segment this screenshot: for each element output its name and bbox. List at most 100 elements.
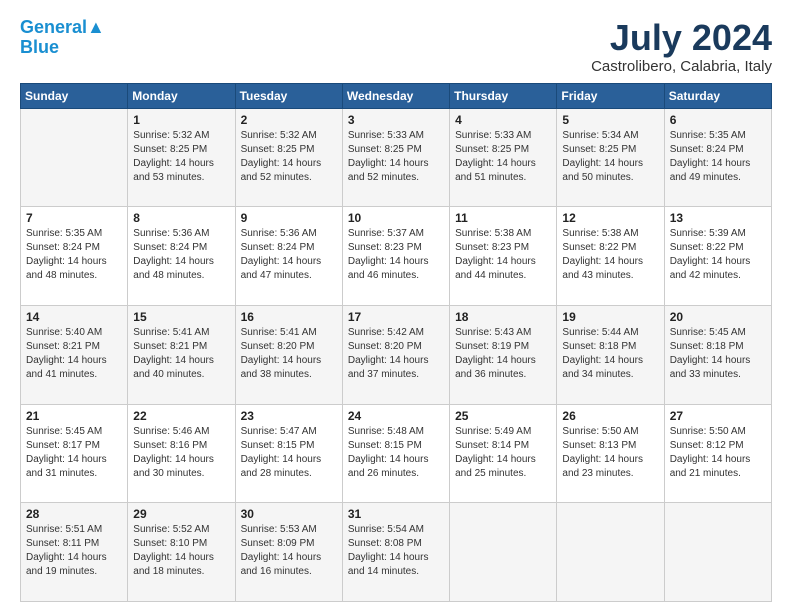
calendar-cell: 25 Sunrise: 5:49 AM Sunset: 8:14 PM Dayli… xyxy=(450,404,557,503)
day-number: 5 xyxy=(562,113,658,127)
day-info: Sunrise: 5:51 AM Sunset: 8:11 PM Dayligh… xyxy=(26,523,122,579)
day-number: 7 xyxy=(26,211,122,225)
calendar-cell: 12 Sunrise: 5:38 AM Sunset: 8:22 PM Dayli… xyxy=(557,207,664,306)
calendar-cell: 24 Sunrise: 5:48 AM Sunset: 8:15 PM Dayli… xyxy=(342,404,449,503)
calendar-cell: 6 Sunrise: 5:35 AM Sunset: 8:24 PM Daylig… xyxy=(664,108,771,207)
day-info: Sunrise: 5:33 AM Sunset: 8:25 PM Dayligh… xyxy=(348,129,444,185)
day-info: Sunrise: 5:47 AM Sunset: 8:15 PM Dayligh… xyxy=(241,425,337,481)
calendar-cell xyxy=(450,503,557,602)
day-info: Sunrise: 5:43 AM Sunset: 8:19 PM Dayligh… xyxy=(455,326,551,382)
day-number: 13 xyxy=(670,211,766,225)
day-info: Sunrise: 5:39 AM Sunset: 8:22 PM Dayligh… xyxy=(670,227,766,283)
calendar-cell: 17Sunrise: 5:42 AM Sunset: 8:20 PM Dayli… xyxy=(342,305,449,404)
calendar-cell: 31 Sunrise: 5:54 AM Sunset: 8:08 PM Dayli… xyxy=(342,503,449,602)
day-info: Sunrise: 5:44 AM Sunset: 8:18 PM Dayligh… xyxy=(562,326,658,382)
calendar-cell: 4 Sunrise: 5:33 AM Sunset: 8:25 PM Daylig… xyxy=(450,108,557,207)
header: General▲ Blue July 2024 Castrolibero, Ca… xyxy=(20,18,772,75)
calendar-cell: 2 Sunrise: 5:32 AM Sunset: 8:25 PM Daylig… xyxy=(235,108,342,207)
day-number: 21 xyxy=(26,409,122,423)
day-info: Sunrise: 5:32 AM Sunset: 8:25 PM Dayligh… xyxy=(241,129,337,185)
day-number: 8 xyxy=(133,211,229,225)
header-row: SundayMondayTuesdayWednesdayThursdayFrid… xyxy=(21,83,772,108)
day-info: Sunrise: 5:50 AM Sunset: 8:12 PM Dayligh… xyxy=(670,425,766,481)
day-info: Sunrise: 5:52 AM Sunset: 8:10 PM Dayligh… xyxy=(133,523,229,579)
day-number: 3 xyxy=(348,113,444,127)
day-number: 14 xyxy=(26,310,122,324)
day-info: Sunrise: 5:54 AM Sunset: 8:08 PM Dayligh… xyxy=(348,523,444,579)
header-day-friday: Friday xyxy=(557,83,664,108)
logo-icon-shape: ▲ xyxy=(87,17,105,37)
day-number: 19 xyxy=(562,310,658,324)
day-info: Sunrise: 5:35 AM Sunset: 8:24 PM Dayligh… xyxy=(670,129,766,185)
calendar-cell: 9Sunrise: 5:36 AM Sunset: 8:24 PM Daylig… xyxy=(235,207,342,306)
day-info: Sunrise: 5:48 AM Sunset: 8:15 PM Dayligh… xyxy=(348,425,444,481)
header-day-thursday: Thursday xyxy=(450,83,557,108)
calendar-cell: 29 Sunrise: 5:52 AM Sunset: 8:10 PM Dayli… xyxy=(128,503,235,602)
day-number: 28 xyxy=(26,507,122,521)
calendar-table: SundayMondayTuesdayWednesdayThursdayFrid… xyxy=(20,83,772,602)
day-number: 12 xyxy=(562,211,658,225)
main-title: July 2024 xyxy=(591,18,772,58)
calendar-cell: 13 Sunrise: 5:39 AM Sunset: 8:22 PM Dayli… xyxy=(664,207,771,306)
calendar-body: 1 Sunrise: 5:32 AM Sunset: 8:25 PM Daylig… xyxy=(21,108,772,601)
day-number: 23 xyxy=(241,409,337,423)
calendar-cell: 30 Sunrise: 5:53 AM Sunset: 8:09 PM Dayli… xyxy=(235,503,342,602)
calendar-cell: 5Sunrise: 5:34 AM Sunset: 8:25 PM Daylig… xyxy=(557,108,664,207)
day-number: 20 xyxy=(670,310,766,324)
day-info: Sunrise: 5:38 AM Sunset: 8:23 PM Dayligh… xyxy=(455,227,551,283)
header-day-sunday: Sunday xyxy=(21,83,128,108)
day-info: Sunrise: 5:41 AM Sunset: 8:21 PM Dayligh… xyxy=(133,326,229,382)
day-info: Sunrise: 5:49 AM Sunset: 8:14 PM Dayligh… xyxy=(455,425,551,481)
week-row-1: 1 Sunrise: 5:32 AM Sunset: 8:25 PM Daylig… xyxy=(21,108,772,207)
day-info: Sunrise: 5:33 AM Sunset: 8:25 PM Dayligh… xyxy=(455,129,551,185)
calendar-cell: 15 Sunrise: 5:41 AM Sunset: 8:21 PM Dayli… xyxy=(128,305,235,404)
calendar-cell xyxy=(21,108,128,207)
day-number: 27 xyxy=(670,409,766,423)
calendar-cell: 26Sunrise: 5:50 AM Sunset: 8:13 PM Dayli… xyxy=(557,404,664,503)
day-number: 15 xyxy=(133,310,229,324)
day-number: 29 xyxy=(133,507,229,521)
calendar-cell: 23 Sunrise: 5:47 AM Sunset: 8:15 PM Dayli… xyxy=(235,404,342,503)
day-info: Sunrise: 5:53 AM Sunset: 8:09 PM Dayligh… xyxy=(241,523,337,579)
calendar-header: SundayMondayTuesdayWednesdayThursdayFrid… xyxy=(21,83,772,108)
calendar-cell: 8 Sunrise: 5:36 AM Sunset: 8:24 PM Daylig… xyxy=(128,207,235,306)
calendar-cell: 22Sunrise: 5:46 AM Sunset: 8:16 PM Dayli… xyxy=(128,404,235,503)
title-block: July 2024 Castrolibero, Calabria, Italy xyxy=(591,18,772,75)
day-info: Sunrise: 5:38 AM Sunset: 8:22 PM Dayligh… xyxy=(562,227,658,283)
week-row-2: 7 Sunrise: 5:35 AM Sunset: 8:24 PM Daylig… xyxy=(21,207,772,306)
calendar-cell: 19 Sunrise: 5:44 AM Sunset: 8:18 PM Dayli… xyxy=(557,305,664,404)
week-row-4: 21Sunrise: 5:45 AM Sunset: 8:17 PM Dayli… xyxy=(21,404,772,503)
day-info: Sunrise: 5:35 AM Sunset: 8:24 PM Dayligh… xyxy=(26,227,122,283)
calendar-cell: 14 Sunrise: 5:40 AM Sunset: 8:21 PM Dayli… xyxy=(21,305,128,404)
day-number: 9 xyxy=(241,211,337,225)
calendar-cell: 11 Sunrise: 5:38 AM Sunset: 8:23 PM Dayli… xyxy=(450,207,557,306)
day-number: 11 xyxy=(455,211,551,225)
day-number: 25 xyxy=(455,409,551,423)
calendar-cell: 3 Sunrise: 5:33 AM Sunset: 8:25 PM Daylig… xyxy=(342,108,449,207)
day-number: 6 xyxy=(670,113,766,127)
calendar-cell: 20 Sunrise: 5:45 AM Sunset: 8:18 PM Dayli… xyxy=(664,305,771,404)
day-number: 30 xyxy=(241,507,337,521)
subtitle: Castrolibero, Calabria, Italy xyxy=(591,58,772,75)
day-number: 1 xyxy=(133,113,229,127)
day-info: Sunrise: 5:40 AM Sunset: 8:21 PM Dayligh… xyxy=(26,326,122,382)
day-info: Sunrise: 5:36 AM Sunset: 8:24 PM Dayligh… xyxy=(133,227,229,283)
logo: General▲ Blue xyxy=(20,18,105,58)
day-info: Sunrise: 5:42 AM Sunset: 8:20 PM Dayligh… xyxy=(348,326,444,382)
week-row-5: 28 Sunrise: 5:51 AM Sunset: 8:11 PM Dayli… xyxy=(21,503,772,602)
day-info: Sunrise: 5:37 AM Sunset: 8:23 PM Dayligh… xyxy=(348,227,444,283)
header-day-wednesday: Wednesday xyxy=(342,83,449,108)
calendar-cell: 1 Sunrise: 5:32 AM Sunset: 8:25 PM Daylig… xyxy=(128,108,235,207)
day-number: 26 xyxy=(562,409,658,423)
day-number: 31 xyxy=(348,507,444,521)
calendar: SundayMondayTuesdayWednesdayThursdayFrid… xyxy=(20,83,772,602)
calendar-cell xyxy=(557,503,664,602)
logo-blue: Blue xyxy=(20,37,59,57)
day-info: Sunrise: 5:45 AM Sunset: 8:18 PM Dayligh… xyxy=(670,326,766,382)
day-number: 2 xyxy=(241,113,337,127)
day-number: 24 xyxy=(348,409,444,423)
day-number: 16 xyxy=(241,310,337,324)
day-number: 4 xyxy=(455,113,551,127)
day-info: Sunrise: 5:32 AM Sunset: 8:25 PM Dayligh… xyxy=(133,129,229,185)
day-info: Sunrise: 5:46 AM Sunset: 8:16 PM Dayligh… xyxy=(133,425,229,481)
